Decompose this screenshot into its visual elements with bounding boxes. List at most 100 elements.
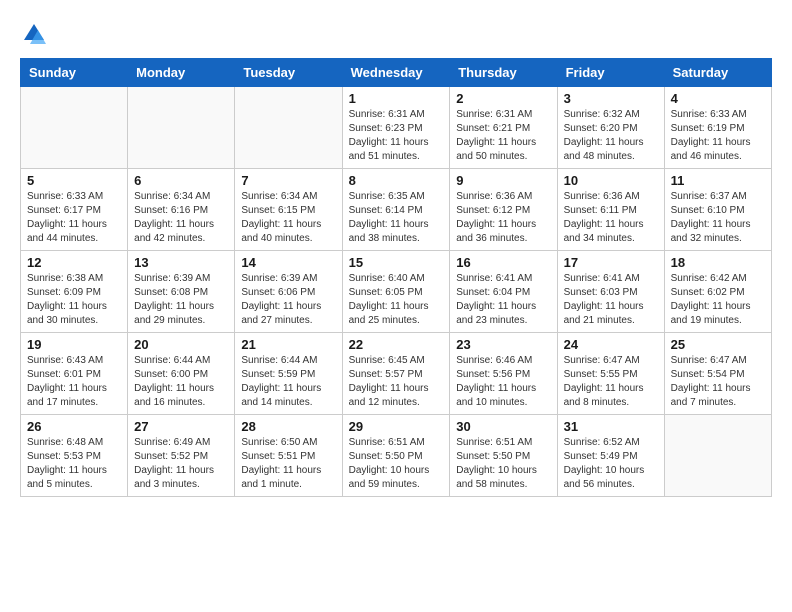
day-number: 19 (27, 337, 121, 352)
day-info: Sunrise: 6:36 AM Sunset: 6:12 PM Dayligh… (456, 190, 550, 246)
calendar-cell: 7 Sunrise: 6:34 AM Sunset: 6:15 PM Daylig… (235, 169, 342, 251)
calendar-cell: 12 Sunrise: 6:38 AM Sunset: 6:09 PM Dayli… (21, 251, 128, 333)
day-number: 12 (27, 255, 121, 270)
weekday-header-monday: Monday (128, 59, 235, 87)
calendar-header-row: SundayMondayTuesdayWednesdayThursdayFrid… (21, 59, 772, 87)
calendar-cell: 8 Sunrise: 6:35 AM Sunset: 6:14 PM Daylig… (342, 169, 450, 251)
day-number: 30 (456, 419, 550, 434)
day-number: 3 (564, 91, 658, 106)
calendar-cell: 17 Sunrise: 6:41 AM Sunset: 6:03 PM Dayli… (557, 251, 664, 333)
calendar-cell: 2 Sunrise: 6:31 AM Sunset: 6:21 PM Daylig… (450, 87, 557, 169)
day-number: 11 (671, 173, 765, 188)
weekday-header-sunday: Sunday (21, 59, 128, 87)
day-number: 2 (456, 91, 550, 106)
calendar-week-5: 26 Sunrise: 6:48 AM Sunset: 5:53 PM Dayli… (21, 415, 772, 497)
calendar-cell: 9Sunrise: 6:36 AM Sunset: 6:12 PM Daylig… (450, 169, 557, 251)
page-header (20, 20, 772, 48)
day-info: Sunrise: 6:41 AM Sunset: 6:04 PM Dayligh… (456, 272, 550, 328)
weekday-header-thursday: Thursday (450, 59, 557, 87)
calendar-cell: 14 Sunrise: 6:39 AM Sunset: 6:06 PM Dayli… (235, 251, 342, 333)
logo (20, 20, 52, 48)
calendar-cell: 25Sunrise: 6:47 AM Sunset: 5:54 PM Dayli… (664, 333, 771, 415)
day-info: Sunrise: 6:38 AM Sunset: 6:09 PM Dayligh… (27, 272, 121, 328)
day-number: 17 (564, 255, 658, 270)
weekday-header-friday: Friday (557, 59, 664, 87)
calendar-cell (128, 87, 235, 169)
weekday-header-tuesday: Tuesday (235, 59, 342, 87)
day-info: Sunrise: 6:43 AM Sunset: 6:01 PM Dayligh… (27, 354, 121, 410)
day-number: 27 (134, 419, 228, 434)
calendar-cell: 28 Sunrise: 6:50 AM Sunset: 5:51 PM Dayli… (235, 415, 342, 497)
calendar-cell: 16Sunrise: 6:41 AM Sunset: 6:04 PM Dayli… (450, 251, 557, 333)
day-number: 1 (349, 91, 444, 106)
weekday-header-wednesday: Wednesday (342, 59, 450, 87)
day-info: Sunrise: 6:50 AM Sunset: 5:51 PM Dayligh… (241, 436, 335, 492)
calendar-cell: 11 Sunrise: 6:37 AM Sunset: 6:10 PM Dayli… (664, 169, 771, 251)
calendar-cell: 5 Sunrise: 6:33 AM Sunset: 6:17 PM Daylig… (21, 169, 128, 251)
day-number: 26 (27, 419, 121, 434)
day-info: Sunrise: 6:49 AM Sunset: 5:52 PM Dayligh… (134, 436, 228, 492)
day-info: Sunrise: 6:40 AM Sunset: 6:05 PM Dayligh… (349, 272, 444, 328)
day-info: Sunrise: 6:32 AM Sunset: 6:20 PM Dayligh… (564, 108, 658, 164)
calendar-week-2: 5 Sunrise: 6:33 AM Sunset: 6:17 PM Daylig… (21, 169, 772, 251)
calendar-cell: 29 Sunrise: 6:51 AM Sunset: 5:50 PM Dayli… (342, 415, 450, 497)
day-number: 21 (241, 337, 335, 352)
day-info: Sunrise: 6:51 AM Sunset: 5:50 PM Dayligh… (456, 436, 550, 492)
calendar-cell: 30 Sunrise: 6:51 AM Sunset: 5:50 PM Dayli… (450, 415, 557, 497)
day-info: Sunrise: 6:45 AM Sunset: 5:57 PM Dayligh… (349, 354, 444, 410)
day-number: 14 (241, 255, 335, 270)
day-number: 22 (349, 337, 444, 352)
calendar-cell: 26 Sunrise: 6:48 AM Sunset: 5:53 PM Dayli… (21, 415, 128, 497)
day-number: 23 (456, 337, 550, 352)
day-info: Sunrise: 6:47 AM Sunset: 5:54 PM Dayligh… (671, 354, 765, 410)
day-number: 28 (241, 419, 335, 434)
calendar-cell: 23 Sunrise: 6:46 AM Sunset: 5:56 PM Dayli… (450, 333, 557, 415)
day-info: Sunrise: 6:51 AM Sunset: 5:50 PM Dayligh… (349, 436, 444, 492)
day-info: Sunrise: 6:34 AM Sunset: 6:16 PM Dayligh… (134, 190, 228, 246)
day-info: Sunrise: 6:44 AM Sunset: 6:00 PM Dayligh… (134, 354, 228, 410)
calendar-cell: 4 Sunrise: 6:33 AM Sunset: 6:19 PM Daylig… (664, 87, 771, 169)
day-info: Sunrise: 6:31 AM Sunset: 6:21 PM Dayligh… (456, 108, 550, 164)
day-info: Sunrise: 6:41 AM Sunset: 6:03 PM Dayligh… (564, 272, 658, 328)
calendar-cell: 20 Sunrise: 6:44 AM Sunset: 6:00 PM Dayli… (128, 333, 235, 415)
calendar-cell (235, 87, 342, 169)
day-number: 7 (241, 173, 335, 188)
calendar-cell: 22 Sunrise: 6:45 AM Sunset: 5:57 PM Dayli… (342, 333, 450, 415)
calendar-table: SundayMondayTuesdayWednesdayThursdayFrid… (20, 58, 772, 497)
day-info: Sunrise: 6:39 AM Sunset: 6:06 PM Dayligh… (241, 272, 335, 328)
day-number: 31 (564, 419, 658, 434)
day-number: 5 (27, 173, 121, 188)
calendar-cell: 15 Sunrise: 6:40 AM Sunset: 6:05 PM Dayli… (342, 251, 450, 333)
calendar-cell: 21Sunrise: 6:44 AM Sunset: 5:59 PM Dayli… (235, 333, 342, 415)
calendar-cell: 19 Sunrise: 6:43 AM Sunset: 6:01 PM Dayli… (21, 333, 128, 415)
day-info: Sunrise: 6:37 AM Sunset: 6:10 PM Dayligh… (671, 190, 765, 246)
day-number: 4 (671, 91, 765, 106)
day-info: Sunrise: 6:48 AM Sunset: 5:53 PM Dayligh… (27, 436, 121, 492)
day-info: Sunrise: 6:39 AM Sunset: 6:08 PM Dayligh… (134, 272, 228, 328)
day-info: Sunrise: 6:33 AM Sunset: 6:19 PM Dayligh… (671, 108, 765, 164)
weekday-header-saturday: Saturday (664, 59, 771, 87)
day-info: Sunrise: 6:52 AM Sunset: 5:49 PM Dayligh… (564, 436, 658, 492)
day-number: 8 (349, 173, 444, 188)
calendar-cell (664, 415, 771, 497)
day-info: Sunrise: 6:36 AM Sunset: 6:11 PM Dayligh… (564, 190, 658, 246)
calendar-cell: 3 Sunrise: 6:32 AM Sunset: 6:20 PM Daylig… (557, 87, 664, 169)
calendar-week-4: 19 Sunrise: 6:43 AM Sunset: 6:01 PM Dayli… (21, 333, 772, 415)
calendar-cell: 10 Sunrise: 6:36 AM Sunset: 6:11 PM Dayli… (557, 169, 664, 251)
day-number: 20 (134, 337, 228, 352)
day-info: Sunrise: 6:33 AM Sunset: 6:17 PM Dayligh… (27, 190, 121, 246)
day-number: 10 (564, 173, 658, 188)
day-number: 15 (349, 255, 444, 270)
calendar-cell: 24Sunrise: 6:47 AM Sunset: 5:55 PM Dayli… (557, 333, 664, 415)
calendar-cell (21, 87, 128, 169)
calendar-cell: 27 Sunrise: 6:49 AM Sunset: 5:52 PM Dayli… (128, 415, 235, 497)
day-info: Sunrise: 6:35 AM Sunset: 6:14 PM Dayligh… (349, 190, 444, 246)
logo-icon (20, 20, 48, 48)
day-info: Sunrise: 6:46 AM Sunset: 5:56 PM Dayligh… (456, 354, 550, 410)
calendar-cell: 18Sunrise: 6:42 AM Sunset: 6:02 PM Dayli… (664, 251, 771, 333)
calendar-cell: 6Sunrise: 6:34 AM Sunset: 6:16 PM Daylig… (128, 169, 235, 251)
day-info: Sunrise: 6:34 AM Sunset: 6:15 PM Dayligh… (241, 190, 335, 246)
calendar-cell: 13Sunrise: 6:39 AM Sunset: 6:08 PM Dayli… (128, 251, 235, 333)
day-number: 29 (349, 419, 444, 434)
day-number: 24 (564, 337, 658, 352)
